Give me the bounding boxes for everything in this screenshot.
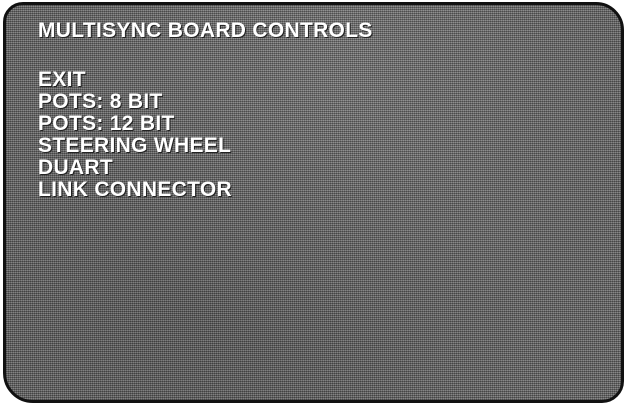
menu-item-steering-wheel[interactable]: STEERING WHEEL: [38, 135, 232, 157]
menu-item-link-connector[interactable]: LINK CONNECTOR: [38, 179, 232, 201]
controls-menu: EXIT POTS: 8 BIT POTS: 12 BIT STEERING W…: [38, 69, 232, 201]
screen-title: MULTISYNC BOARD CONTROLS: [38, 19, 373, 42]
menu-item-exit[interactable]: EXIT: [38, 69, 232, 91]
menu-item-pots-8-bit[interactable]: POTS: 8 BIT: [38, 91, 232, 113]
menu-item-duart[interactable]: DUART: [38, 157, 232, 179]
crt-screen: MULTISYNC BOARD CONTROLS EXIT POTS: 8 BI…: [3, 2, 624, 403]
menu-item-pots-12-bit[interactable]: POTS: 12 BIT: [38, 113, 232, 135]
